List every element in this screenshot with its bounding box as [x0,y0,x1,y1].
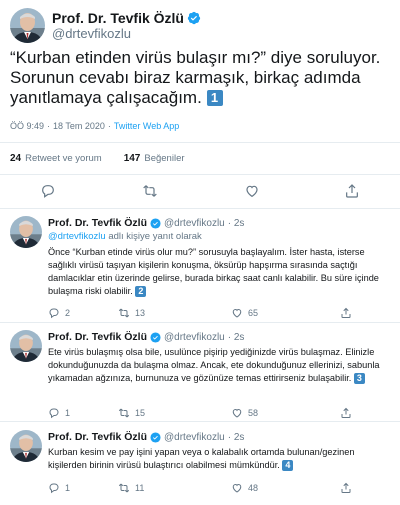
reply-text-body: Ete virüs bulaşmış olsa bile, usulünce p… [48,347,380,383]
reply-text-body: Kurban kesim ve pay işini yapan veya o k… [48,447,355,470]
tweet-action-bar [0,183,400,203]
share-icon [341,307,351,318]
like-count: 65 [248,308,259,318]
keycap-number-badge: 4 [282,460,294,471]
author-handle[interactable]: @drtevfikozlu [164,432,225,443]
retweet-count: 13 [135,308,146,318]
author-avatar[interactable] [10,8,45,43]
reply-action-bar: 1 15 58 [48,407,378,421]
reply-to-handle[interactable]: @drtevfikozlu [48,231,106,242]
divider [0,322,400,323]
likes-count[interactable]: 147 [124,153,141,164]
retweet-icon [118,408,130,418]
retweet-count: 11 [135,483,145,493]
keycap-number-badge: 3 [353,373,365,384]
retweets-count[interactable]: 24 [10,153,21,164]
verified-icon [187,11,201,25]
share-icon[interactable] [344,183,362,201]
like-icon [232,308,242,318]
author-name-text[interactable]: Prof. Dr. Tevfik Özlü [52,10,184,26]
divider [0,142,400,143]
tweet-source-link[interactable]: Twitter Web App [114,121,179,131]
reply-time[interactable]: · 2s [228,332,245,343]
likes-label[interactable]: Beğeniler [144,153,184,164]
verified-icon [150,431,161,443]
share-icon [341,482,351,493]
like-button[interactable]: 48 [231,482,258,494]
keycap-number-badge: 1 [206,90,223,106]
reply-time[interactable]: · 2s [228,432,245,443]
tweet-stats: 24 Retweet ve yorum 147 Beğeniler [10,153,185,164]
like-count: 48 [248,483,259,493]
keycap-number-badge: 2 [135,286,147,297]
reply-count: 2 [65,308,71,318]
author-handle[interactable]: @drtevfikozlu [52,26,131,41]
author-avatar[interactable] [10,216,42,248]
reply-count: 1 [65,408,71,418]
reply-header: Prof. Dr. Tevfik Özlü @drtevfikozlu · 2s [48,331,244,343]
author-avatar[interactable] [10,430,42,462]
tweet-time[interactable]: ÖÖ 9:49 [10,121,44,131]
like-icon[interactable] [244,183,262,201]
like-icon [232,408,242,418]
reply-button[interactable]: 1 [48,407,70,419]
tweet-date[interactable]: 18 Tem 2020 [53,121,105,131]
verified-icon [150,331,161,343]
author-name[interactable]: Prof. Dr. Tevfik Özlü [48,217,147,229]
reply-icon [49,308,59,319]
reply-to-label: adlı kişiye yanıt olarak [108,231,202,242]
reply-count: 1 [65,483,71,493]
like-button[interactable]: 58 [231,407,258,419]
meta-separator: · [107,121,111,131]
retweet-icon [118,308,130,318]
reply-text: Kurban kesim ve pay işini yapan veya o k… [48,446,393,472]
share-button[interactable] [340,307,352,319]
reply-button[interactable]: 1 [48,482,70,494]
share-button[interactable] [340,482,352,494]
retweet-icon [118,483,130,493]
share-button[interactable] [340,407,352,419]
retweets-label[interactable]: Retweet ve yorum [25,153,102,164]
reply-time[interactable]: · 2s [228,218,245,229]
share-icon [341,407,351,418]
tweet-text: “Kurban etinden virüs bulaşır mı?” diye … [10,48,395,108]
reply-button[interactable]: 2 [48,307,70,319]
author-name[interactable]: Prof. Dr. Tevfik Özlü [48,431,147,443]
meta-separator: · [47,121,51,131]
verified-icon [150,217,161,229]
reply-action-bar: 1 11 48 [48,482,378,496]
retweet-button[interactable]: 15 [118,407,145,419]
reply-header: Prof. Dr. Tevfik Özlü @drtevfikozlu · 2s [48,431,244,443]
author-name[interactable]: Prof. Dr. Tevfik Özlü [52,10,201,26]
reply-header: Prof. Dr. Tevfik Özlü @drtevfikozlu · 2s [48,217,244,229]
reply-context: @drtevfikozlu adlı kişiye yanıt olarak [48,231,202,242]
reply-text: Önce “Kurban etinde virüs olur mu?” soru… [48,246,393,298]
retweet-button[interactable]: 11 [118,482,144,494]
retweet-count: 15 [135,408,146,418]
like-icon [232,483,242,493]
author-handle[interactable]: @drtevfikozlu [164,218,225,229]
reply-icon [49,408,59,419]
like-count: 58 [248,408,259,418]
reply-text-body: Önce “Kurban etinde virüs olur mu?” soru… [48,247,379,296]
retweet-icon[interactable] [142,183,160,201]
tweet-timestamp: ÖÖ 9:49 · 18 Tem 2020 · Twitter Web App [10,121,179,131]
reply-text: Ete virüs bulaşmış olsa bile, usulünce p… [48,346,393,385]
like-button[interactable]: 65 [231,307,258,319]
retweet-button[interactable]: 13 [118,307,145,319]
reply-icon [49,483,59,494]
author-handle[interactable]: @drtevfikozlu [164,332,225,343]
author-avatar[interactable] [10,330,42,362]
divider [0,174,400,175]
tweet-text-body: “Kurban etinden virüs bulaşır mı?” diye … [10,48,381,107]
reply-action-bar: 2 13 65 [48,307,378,321]
reply-icon[interactable] [40,183,58,201]
divider [0,208,400,209]
divider [0,421,400,422]
author-name[interactable]: Prof. Dr. Tevfik Özlü [48,331,147,343]
